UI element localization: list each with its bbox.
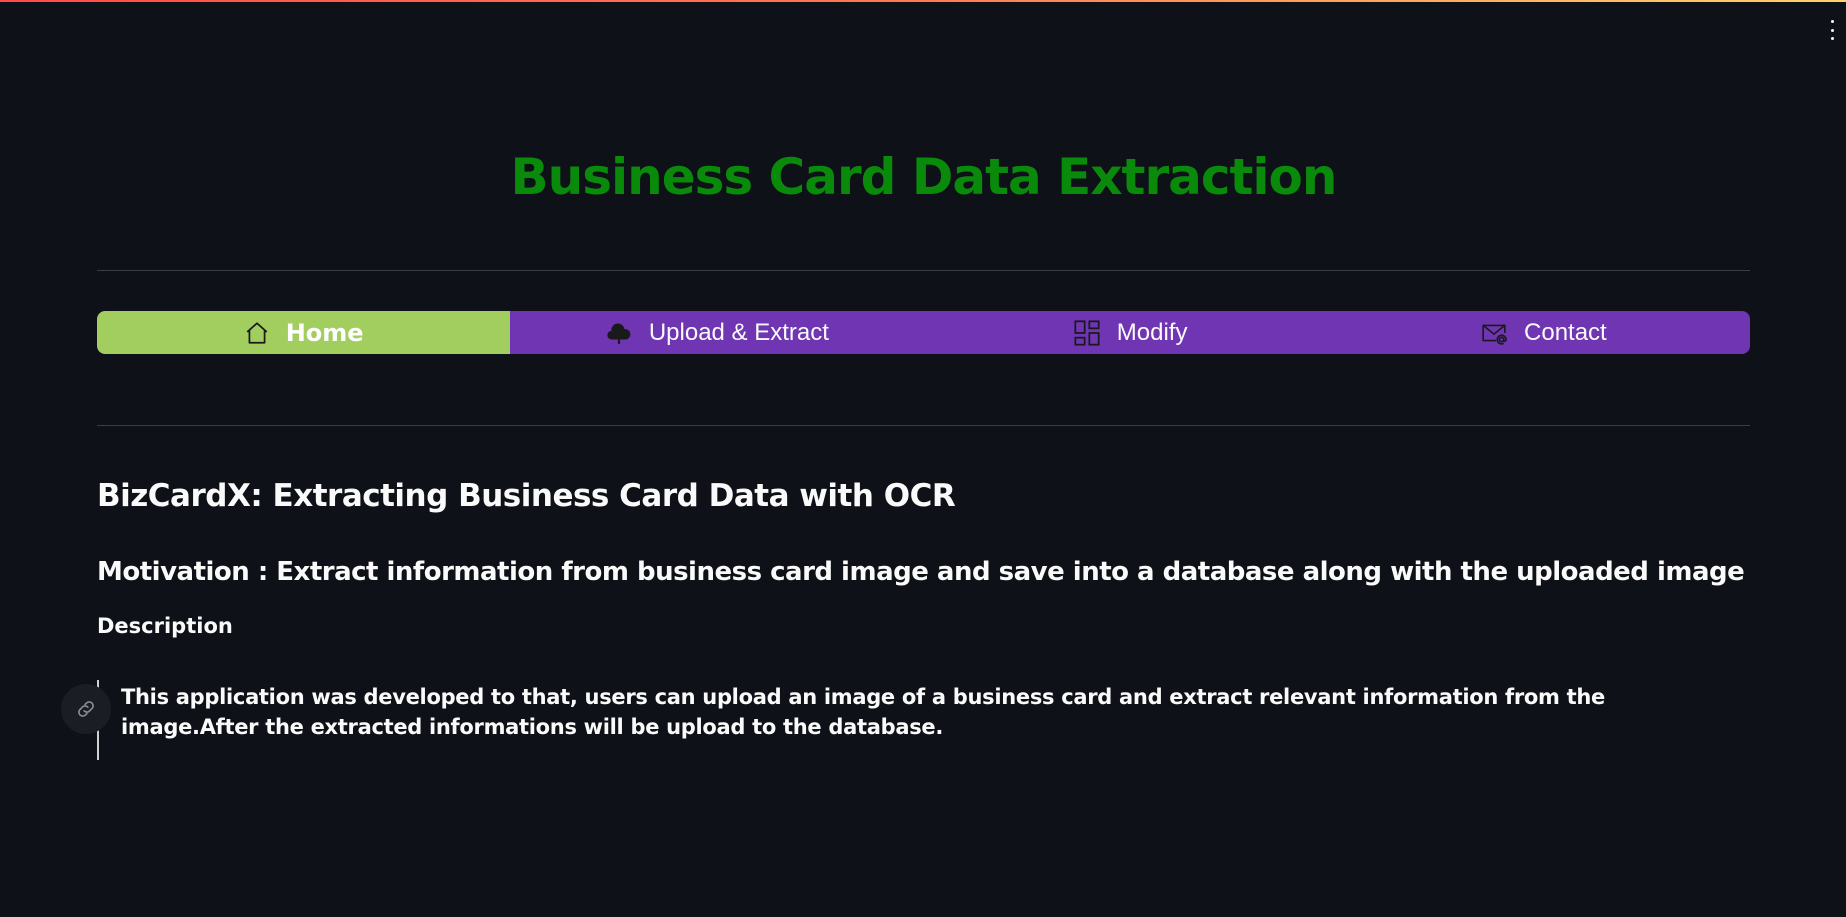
menu-dot [1830,37,1834,40]
main-menu-button[interactable] [1828,20,1836,40]
divider-bottom [97,425,1750,426]
nav-item-label: Modify [1116,318,1188,346]
description-label: Description [97,614,233,638]
menu-dot [1830,28,1834,32]
nav-item-home[interactable]: Home [97,311,511,354]
nav-item-label: Contact [1524,318,1607,346]
envelope-at-icon [1482,324,1507,345]
description-blockquote: This application was developed to that, … [97,680,1681,760]
dashboard-grid-icon [1074,319,1100,346]
nav-item-upload-extract[interactable]: Upload & Extract [510,311,923,354]
top-decoration-bar [0,0,1846,2]
menu-dot [1830,20,1834,23]
divider-top [97,270,1750,271]
nav-item-modify[interactable]: Modify [924,311,1337,354]
motivation-heading: Motivation : Extract information from bu… [97,557,1745,587]
description-text: This application was developed to that, … [121,685,1605,739]
cloud-upload-icon [607,322,631,344]
nav-item-contact[interactable]: Contact [1337,311,1750,354]
link-icon [78,701,94,717]
section-heading: BizCardX: Extracting Business Card Data … [97,478,956,514]
home-icon [246,321,268,344]
nav-item-label: Home [285,318,364,347]
page-title: Business Card Data Extraction [510,148,1338,206]
heading-anchor-link[interactable] [61,684,111,734]
option-menu: Home Upload & Extract Modify Contact [97,311,1750,354]
nav-item-label: Upload & Extract [648,318,829,346]
